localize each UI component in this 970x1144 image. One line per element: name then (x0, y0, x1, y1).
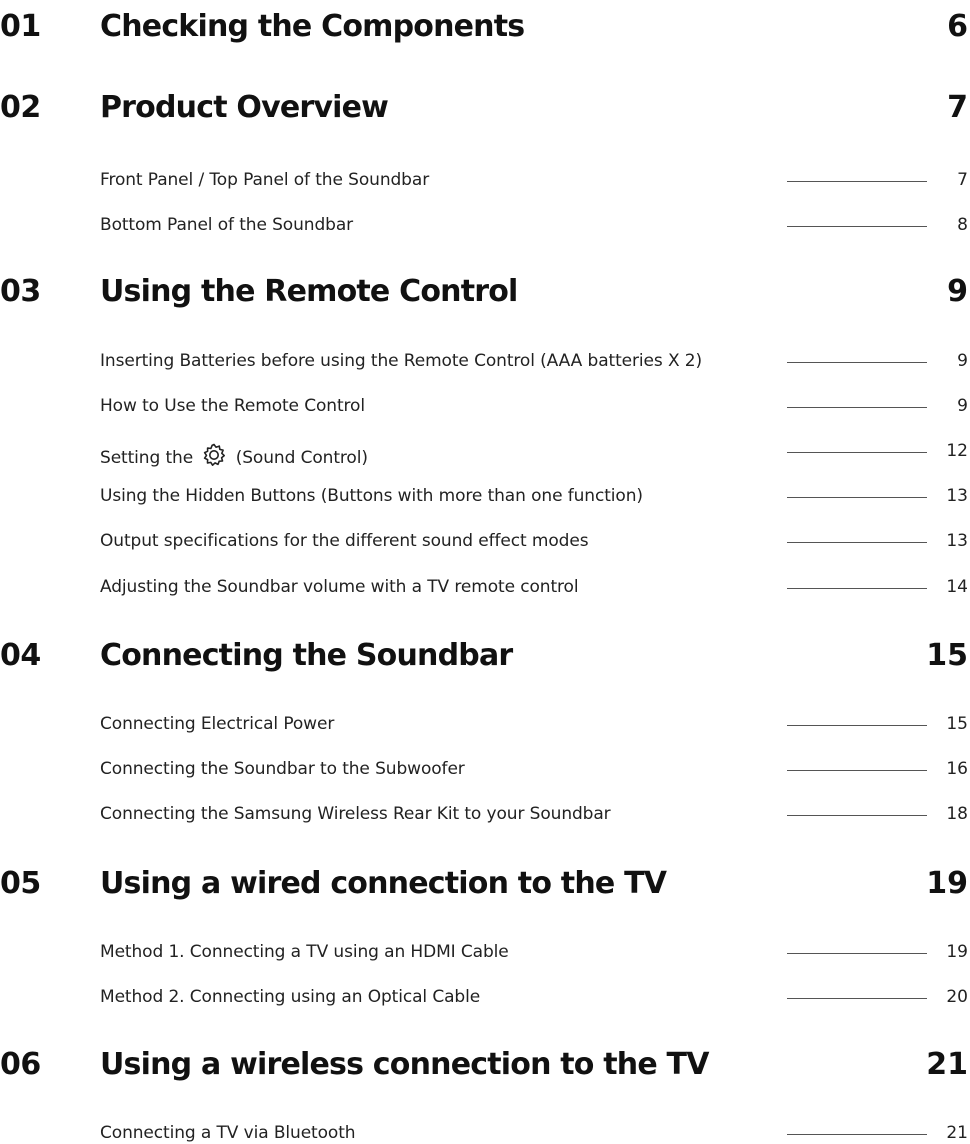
item-title: Output specifications for the different … (100, 531, 589, 551)
item-title: Connecting a TV via Bluetooth (100, 1123, 356, 1143)
leader-line (787, 542, 927, 543)
leader-line (787, 226, 927, 227)
section-page-number: 9 (947, 274, 968, 309)
item-page-number: 15 (946, 714, 968, 734)
leader-line (787, 181, 927, 182)
leader-line (787, 588, 927, 589)
section-title: Using a wireless connection to the TV (100, 1047, 709, 1082)
item-page-number: 13 (946, 531, 968, 551)
item-page-number: 9 (957, 351, 968, 371)
item-title-suffix: (Sound Control) (235, 448, 368, 468)
section-title: Using the Remote Control (100, 274, 518, 309)
item-title: Adjusting the Soundbar volume with a TV … (100, 577, 579, 597)
section-number: 04 (0, 638, 41, 673)
item-page-number: 14 (946, 577, 968, 597)
item-title: Inserting Batteries before using the Rem… (100, 351, 703, 371)
section-number: 05 (0, 866, 41, 901)
item-title: Connecting the Samsung Wireless Rear Kit… (100, 804, 611, 824)
item-page-number: 12 (946, 441, 968, 461)
table-of-contents: 01 Checking the Components 6 02 Product … (0, 0, 970, 1144)
item-page-number: 8 (957, 215, 968, 235)
item-page-number: 16 (946, 759, 968, 779)
section-title: Using a wired connection to the TV (100, 866, 667, 901)
leader-line (787, 815, 927, 816)
leader-line (787, 998, 927, 999)
section-page-number: 15 (926, 638, 968, 673)
section-number: 03 (0, 274, 41, 309)
leader-line (787, 362, 927, 363)
item-page-number: 21 (946, 1123, 968, 1143)
leader-line (787, 953, 927, 954)
item-page-number: 19 (946, 942, 968, 962)
item-page-number: 13 (946, 486, 968, 506)
item-page-number: 20 (946, 987, 968, 1007)
section-page-number: 6 (947, 9, 968, 44)
item-title: Method 1. Connecting a TV using an HDMI … (100, 942, 509, 962)
section-number: 06 (0, 1047, 41, 1082)
item-title: Method 2. Connecting using an Optical Ca… (100, 987, 481, 1007)
section-number: 01 (0, 9, 41, 44)
item-title: How to Use the Remote Control (100, 396, 365, 416)
item-title: Setting the (Sound Control) (100, 443, 368, 471)
item-title-prefix: Setting the (100, 448, 194, 468)
item-title: Connecting Electrical Power (100, 714, 335, 734)
leader-line (787, 770, 927, 771)
section-title: Checking the Components (100, 9, 525, 44)
section-title: Connecting the Soundbar (100, 638, 513, 673)
item-title: Connecting the Soundbar to the Subwoofer (100, 759, 465, 779)
item-page-number: 9 (957, 396, 968, 416)
item-page-number: 7 (957, 170, 968, 190)
leader-line (787, 725, 927, 726)
leader-line (787, 1134, 927, 1135)
leader-line (787, 497, 927, 498)
item-title: Bottom Panel of the Soundbar (100, 215, 354, 235)
section-page-number: 21 (926, 1047, 968, 1082)
section-page-number: 19 (926, 866, 968, 901)
section-title: Product Overview (100, 90, 389, 125)
leader-line (787, 407, 927, 408)
gear-icon (202, 443, 226, 471)
section-number: 02 (0, 90, 41, 125)
item-page-number: 18 (946, 804, 968, 824)
section-page-number: 7 (947, 90, 968, 125)
item-title: Front Panel / Top Panel of the Soundbar (100, 170, 430, 190)
leader-line (787, 452, 927, 453)
item-title: Using the Hidden Buttons (Buttons with m… (100, 486, 643, 506)
